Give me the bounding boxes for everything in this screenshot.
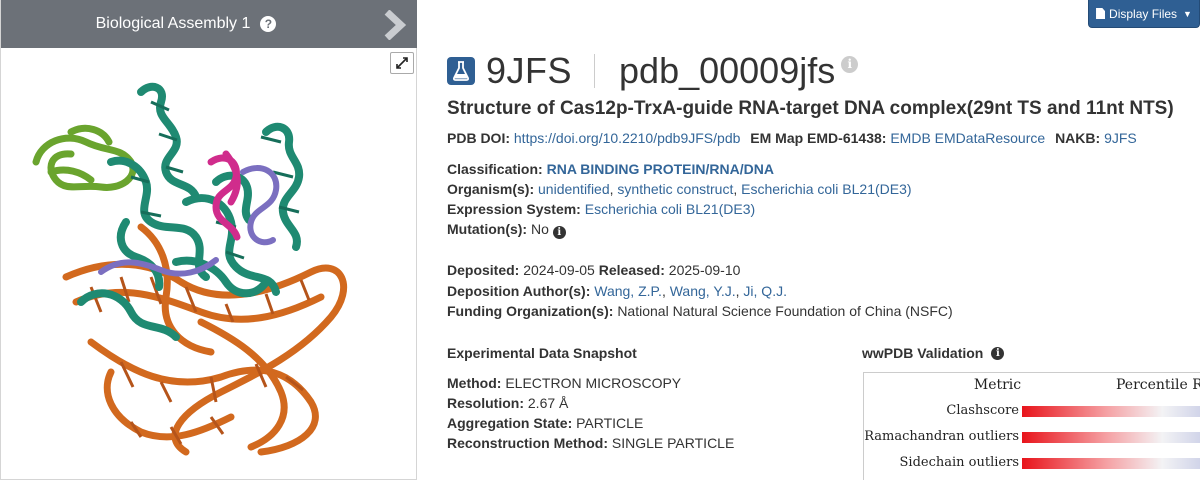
deposited-value: 2024-09-05 <box>523 262 595 278</box>
metric-header: Metric <box>973 377 1022 393</box>
authors-row: Deposition Author(s): Wang, Z.P., Wang, … <box>447 283 787 299</box>
organism-label: Organism(s): <box>447 181 535 197</box>
doi-label: PDB DOI: <box>447 130 510 146</box>
classification-row: Classification: RNA BINDING PROTEIN/RNA/… <box>447 161 774 177</box>
info-icon[interactable]: i <box>991 346 1005 360</box>
metric-name: Ramachandran outliers <box>864 429 1019 444</box>
metric-name: Sidechain outliers <box>899 455 1019 470</box>
funding-value: National Natural Science Foundation of C… <box>617 303 953 319</box>
resolution-row: Resolution: 2.67 Å <box>447 395 568 411</box>
funding-label: Funding Organization(s): <box>447 303 614 319</box>
display-files-label: Display Files <box>1109 6 1178 21</box>
aggregation-label: Aggregation State: <box>447 415 573 431</box>
fullscreen-expand-icon[interactable] <box>390 52 414 74</box>
resolution-value: 2.67 Å <box>527 395 569 411</box>
mutation-row: Mutation(s): No i <box>447 221 566 239</box>
nakb-link[interactable]: 9JFS <box>1104 130 1137 146</box>
mutation-value: No <box>530 221 549 237</box>
organism-link[interactable]: Escherichia coli BL21(DE3) <box>741 181 911 197</box>
expression-label: Expression System: <box>447 201 581 217</box>
funding-row: Funding Organization(s): National Natura… <box>447 303 953 319</box>
metric-row: Sidechain outliers <box>864 453 1200 473</box>
experimental-heading: Experimental Data Snapshot <box>447 345 637 361</box>
reconstruction-label: Reconstruction Method: <box>447 435 608 451</box>
expression-system-row: Expression System: Escherichia coli BL21… <box>447 201 755 217</box>
flask-icon <box>447 57 475 85</box>
mutation-label: Mutation(s): <box>447 221 528 237</box>
aggregation-value: PARTICLE <box>576 415 644 431</box>
emdb-link[interactable]: EMDB <box>890 130 930 146</box>
authors-label: Deposition Author(s): <box>447 283 591 299</box>
entry-id: 9JFS <box>486 50 573 91</box>
validation-heading: wwPDB Validation <box>862 345 984 361</box>
resolution-label: Resolution: <box>447 395 524 411</box>
emdataresource-link[interactable]: EMDataResource <box>935 130 1046 146</box>
expression-link[interactable]: Escherichia coli BL21(DE3) <box>585 201 755 217</box>
percentile-bar <box>1022 458 1200 469</box>
method-value: ELECTRON MICROSCOPY <box>505 375 682 391</box>
metric-row: Ramachandran outliers <box>864 427 1200 447</box>
released-value: 2025-09-10 <box>668 262 741 278</box>
reconstruction-value: SINGLE PARTICLE <box>611 435 735 451</box>
info-icon[interactable]: i <box>841 55 859 73</box>
file-icon <box>1096 8 1106 19</box>
entry-title-row: 9JFS pdb_00009jfs i <box>447 50 859 91</box>
pdb-id: pdb_00009jfs <box>619 50 836 91</box>
display-files-button[interactable]: Display Files ▼ <box>1088 0 1200 28</box>
doi-link[interactable]: https://doi.org/10.2210/pdb9JFS/pdb <box>514 130 741 146</box>
reconstruction-row: Reconstruction Method: SINGLE PARTICLE <box>447 435 734 451</box>
assembly-header: Biological Assembly 1 ? <box>1 0 417 48</box>
info-icon[interactable]: i <box>552 226 566 239</box>
assembly-title-group: Biological Assembly 1 ? <box>1 0 371 48</box>
organism-row: Organism(s): unidentified, synthetic con… <box>447 181 912 197</box>
author-link[interactable]: Wang, Y.J. <box>670 283 736 299</box>
caret-down-icon: ▼ <box>1183 8 1192 19</box>
identifiers-row: PDB DOI: https://doi.org/10.2210/pdb9JFS… <box>447 130 1137 146</box>
metric-name: Clashscore <box>946 403 1019 418</box>
metric-row: Clashscore <box>864 401 1200 421</box>
deposited-label: Deposited: <box>447 262 520 278</box>
dates-row: Deposited: 2024-09-05 Released: 2025-09-… <box>447 262 740 278</box>
validation-heading-group: wwPDB Validation i <box>862 345 1005 361</box>
validation-slider-graphic[interactable]: Metric Percentile R Clashscore Ramachand… <box>863 372 1200 480</box>
percentile-bar <box>1022 432 1200 443</box>
title-divider <box>594 54 596 88</box>
em-map-label: EM Map EMD-61438: <box>750 130 887 146</box>
released-label: Released: <box>598 262 665 278</box>
percentile-header: Percentile R <box>1116 377 1200 393</box>
structure-viewer-panel: Biological Assembly 1 ? <box>0 0 417 480</box>
nakb-label: NAKB: <box>1055 130 1101 146</box>
method-label: Method: <box>447 375 502 391</box>
percentile-bar <box>1022 406 1200 417</box>
organism-link[interactable]: synthetic construct <box>617 181 733 197</box>
author-link[interactable]: Ji, Q.J. <box>743 283 787 299</box>
structure-title: Structure of Cas12p-TrxA-guide RNA-targe… <box>447 98 1174 119</box>
classification-link[interactable]: RNA BINDING PROTEIN/RNA/DNA <box>547 161 774 177</box>
molecule-3d-structure-image[interactable] <box>11 72 407 472</box>
help-icon[interactable]: ? <box>260 16 277 32</box>
author-link[interactable]: Wang, Z.P. <box>594 283 662 299</box>
classification-label: Classification: <box>447 161 543 177</box>
next-assembly-arrow-icon[interactable] <box>381 10 409 40</box>
organism-link[interactable]: unidentified <box>538 181 610 197</box>
assembly-title: Biological Assembly 1 <box>95 15 251 32</box>
aggregation-row: Aggregation State: PARTICLE <box>447 415 643 431</box>
method-row: Method: ELECTRON MICROSCOPY <box>447 375 681 391</box>
